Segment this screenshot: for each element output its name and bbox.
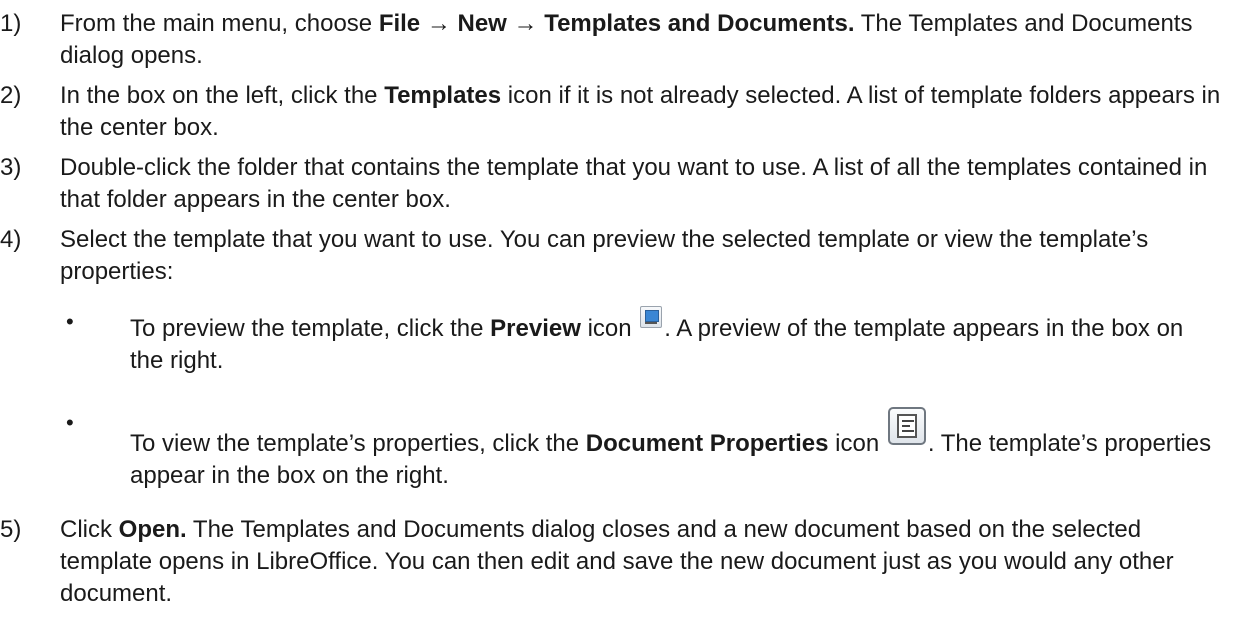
step-number: 2) xyxy=(0,82,22,109)
step-4: 4) Select the template that you want to … xyxy=(0,224,1237,492)
step-2: 2) In the box on the left, click the Tem… xyxy=(0,80,1237,144)
templates-label: Templates xyxy=(384,82,502,109)
text-run: Click xyxy=(60,516,119,543)
preview-label: Preview xyxy=(490,315,581,342)
text-run: To preview the template, click the xyxy=(130,315,491,342)
document-properties-label: Document Properties xyxy=(585,430,829,457)
bullet-preview: • To preview the template, click the Pre… xyxy=(0,306,1227,377)
menu-file-label: File xyxy=(378,10,421,37)
step-text: From the main menu, choose File → New → … xyxy=(60,10,1192,69)
text-run: To view the template’s properties, click… xyxy=(130,430,586,457)
step-3: 3) Double-click the folder that contains… xyxy=(0,152,1237,216)
step-number: 1) xyxy=(0,10,22,37)
preview-icon xyxy=(640,306,663,328)
text-run: In the box on the left, click the xyxy=(60,82,385,109)
instruction-list: 1) From the main menu, choose File → New… xyxy=(0,8,1237,618)
bullet-document-properties: • To view the template’s properties, cli… xyxy=(0,407,1227,492)
bullet-glyph: • xyxy=(66,309,74,334)
step-text: Select the template that you want to use… xyxy=(60,226,1149,285)
arrow-glyph: → xyxy=(420,10,458,37)
step-5: 5) Click Open. The Templates and Documen… xyxy=(0,514,1237,610)
step-text: In the box on the left, click the Templa… xyxy=(60,82,1220,141)
open-label: Open. xyxy=(118,516,187,543)
document-properties-icon xyxy=(887,407,926,445)
text-run: The Templates and Documents dialog close… xyxy=(60,516,1174,607)
step-number: 4) xyxy=(0,226,22,253)
menu-templates-label: Templates and Documents. xyxy=(544,10,855,37)
text-run: From the main menu, choose xyxy=(60,10,379,37)
step-number: 3) xyxy=(0,154,22,181)
bullet-text: To view the template’s properties, click… xyxy=(130,407,1211,489)
step-1: 1) From the main menu, choose File → New… xyxy=(0,8,1237,72)
bullet-text: To preview the template, click the Previ… xyxy=(130,306,1183,374)
sub-bullet-list: • To preview the template, click the Pre… xyxy=(60,306,1227,492)
step-text: Double-click the folder that contains th… xyxy=(60,154,1208,213)
arrow-glyph: → xyxy=(506,10,545,37)
bullet-glyph: • xyxy=(66,410,74,435)
step-text: Click Open. The Templates and Documents … xyxy=(60,516,1174,607)
text-run: icon xyxy=(828,430,880,457)
menu-new-label: New xyxy=(457,10,507,37)
text-run: icon xyxy=(580,315,632,342)
step-number: 5) xyxy=(0,516,22,543)
